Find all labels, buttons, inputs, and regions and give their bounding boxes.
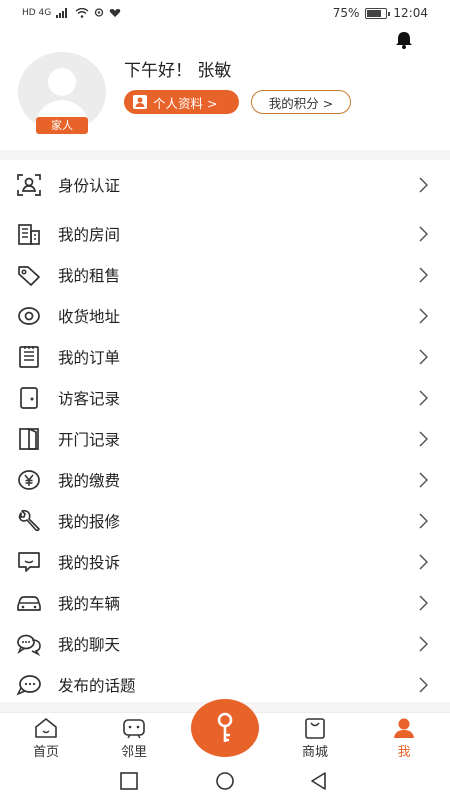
chevron-right-icon [419,635,428,652]
menu-item-orders[interactable]: 我的订单 [0,336,450,377]
role-badge: 家人 [36,117,88,134]
wrench-icon [18,509,40,531]
key-icon [217,712,233,742]
bell-icon[interactable] [394,30,414,50]
tag-icon [18,265,40,286]
menu-list: 身份认证 我的房间 我的租售 收货地址 我的订单 访客记录 开门记录 我的缴费 [0,163,450,705]
chevron-right-icon [419,471,428,488]
status-left: HD 4G [22,7,121,19]
menu-label: 我的投诉 [58,553,121,572]
points-button[interactable]: 我的积分 > [251,90,351,114]
signal-icon [56,8,68,18]
tab-label: 邻里 [120,745,147,760]
menu-item-repairs[interactable]: 我的报修 [0,500,450,541]
yuan-coin-icon [18,469,40,490]
menu-label: 发布的话题 [58,676,136,695]
complaint-chat-icon [18,551,40,572]
heart-icon [110,9,121,17]
order-list-icon [19,345,39,368]
tab-label: 首页 [32,745,59,760]
tab-bar: 首页 邻里 商城 我 [0,699,450,762]
menu-item-vehicles[interactable]: 我的车辆 [0,582,450,623]
tab-home[interactable]: 首页 [16,717,76,760]
car-icon [17,595,41,611]
network-indicator: HD 4G [22,8,52,18]
menu-label: 我的报修 [58,512,121,531]
system-nav-bar [0,762,450,800]
battery-icon [365,7,391,19]
chevron-right-icon [419,594,428,611]
chevron-right-icon [419,266,428,283]
back-nav-icon[interactable] [308,770,330,792]
profile-button-label: 个人资料 > [153,95,218,111]
chevron-right-icon [419,389,428,406]
menu-label: 访客记录 [58,389,121,408]
menu-label: 身份认证 [58,177,121,195]
menu-label: 我的车辆 [58,594,121,613]
location-pin-icon [18,306,40,325]
section-divider [0,150,450,160]
home-icon [35,718,57,738]
tab-me[interactable]: 我 [374,717,434,760]
id-scan-icon [17,174,41,196]
tab-label: 我 [397,745,411,760]
user-card-icon [133,95,147,109]
menu-label: 收货地址 [58,307,121,326]
profile-header: 家人 下午好！ 张敏 个人资料 > 我的积分 > [0,50,450,150]
menu-label: 我的租售 [58,266,121,285]
greeting-text: 下午好！ 张敏 [124,61,232,81]
menu-item-payments[interactable]: 我的缴费 [0,459,450,500]
menu-item-visitors[interactable]: 访客记录 [0,377,450,418]
menu-item-address[interactable]: 收货地址 [0,295,450,336]
neighbor-icon [123,719,145,739]
menu-item-room[interactable]: 我的房间 [0,213,450,254]
location-status-icon [95,7,104,17]
shop-bag-icon [305,718,325,739]
menu-item-complaints[interactable]: 我的投诉 [0,541,450,582]
menu-label: 开门记录 [58,430,121,449]
battery-percent: 75% [332,6,360,20]
chevron-right-icon [419,348,428,365]
chevron-right-icon [419,307,428,324]
chevron-right-icon [419,430,428,447]
menu-item-door-records[interactable]: 开门记录 [0,418,450,459]
menu-label: 我的聊天 [58,635,121,654]
menu-label: 我的房间 [58,225,121,244]
points-button-label: 我的积分 > [268,95,334,111]
menu-label: 我的订单 [58,348,121,367]
chevron-right-icon [419,177,428,193]
key-unlock-button[interactable] [191,699,259,757]
building-icon [18,223,40,245]
person-icon [394,718,414,738]
chevron-right-icon [419,676,428,693]
chevron-right-icon [419,553,428,570]
recent-apps-icon[interactable] [118,770,140,792]
menu-item-identity[interactable]: 身份认证 [0,163,450,207]
menu-item-rental[interactable]: 我的租售 [0,254,450,295]
menu-item-chat[interactable]: 我的聊天 [0,623,450,664]
visitor-icon [20,386,38,409]
topic-bubble-icon [16,674,41,695]
chat-bubbles-icon [17,634,41,656]
door-icon [19,427,39,450]
tab-shop[interactable]: 商城 [285,717,345,760]
tab-label: 商城 [301,745,328,760]
battery-fill [367,9,381,17]
home-nav-icon[interactable] [214,770,236,792]
wifi-icon [75,8,89,18]
chevron-right-icon [419,512,428,529]
chevron-right-icon [419,225,428,242]
menu-label: 我的缴费 [58,471,121,490]
clock: 12:04 [393,6,428,20]
status-right: 75% 12:04 [333,6,428,20]
profile-button[interactable]: 个人资料 > [124,90,239,114]
tab-neighbors[interactable]: 邻里 [104,717,164,760]
status-bar: HD 4G 75% 12:04 [0,0,450,26]
